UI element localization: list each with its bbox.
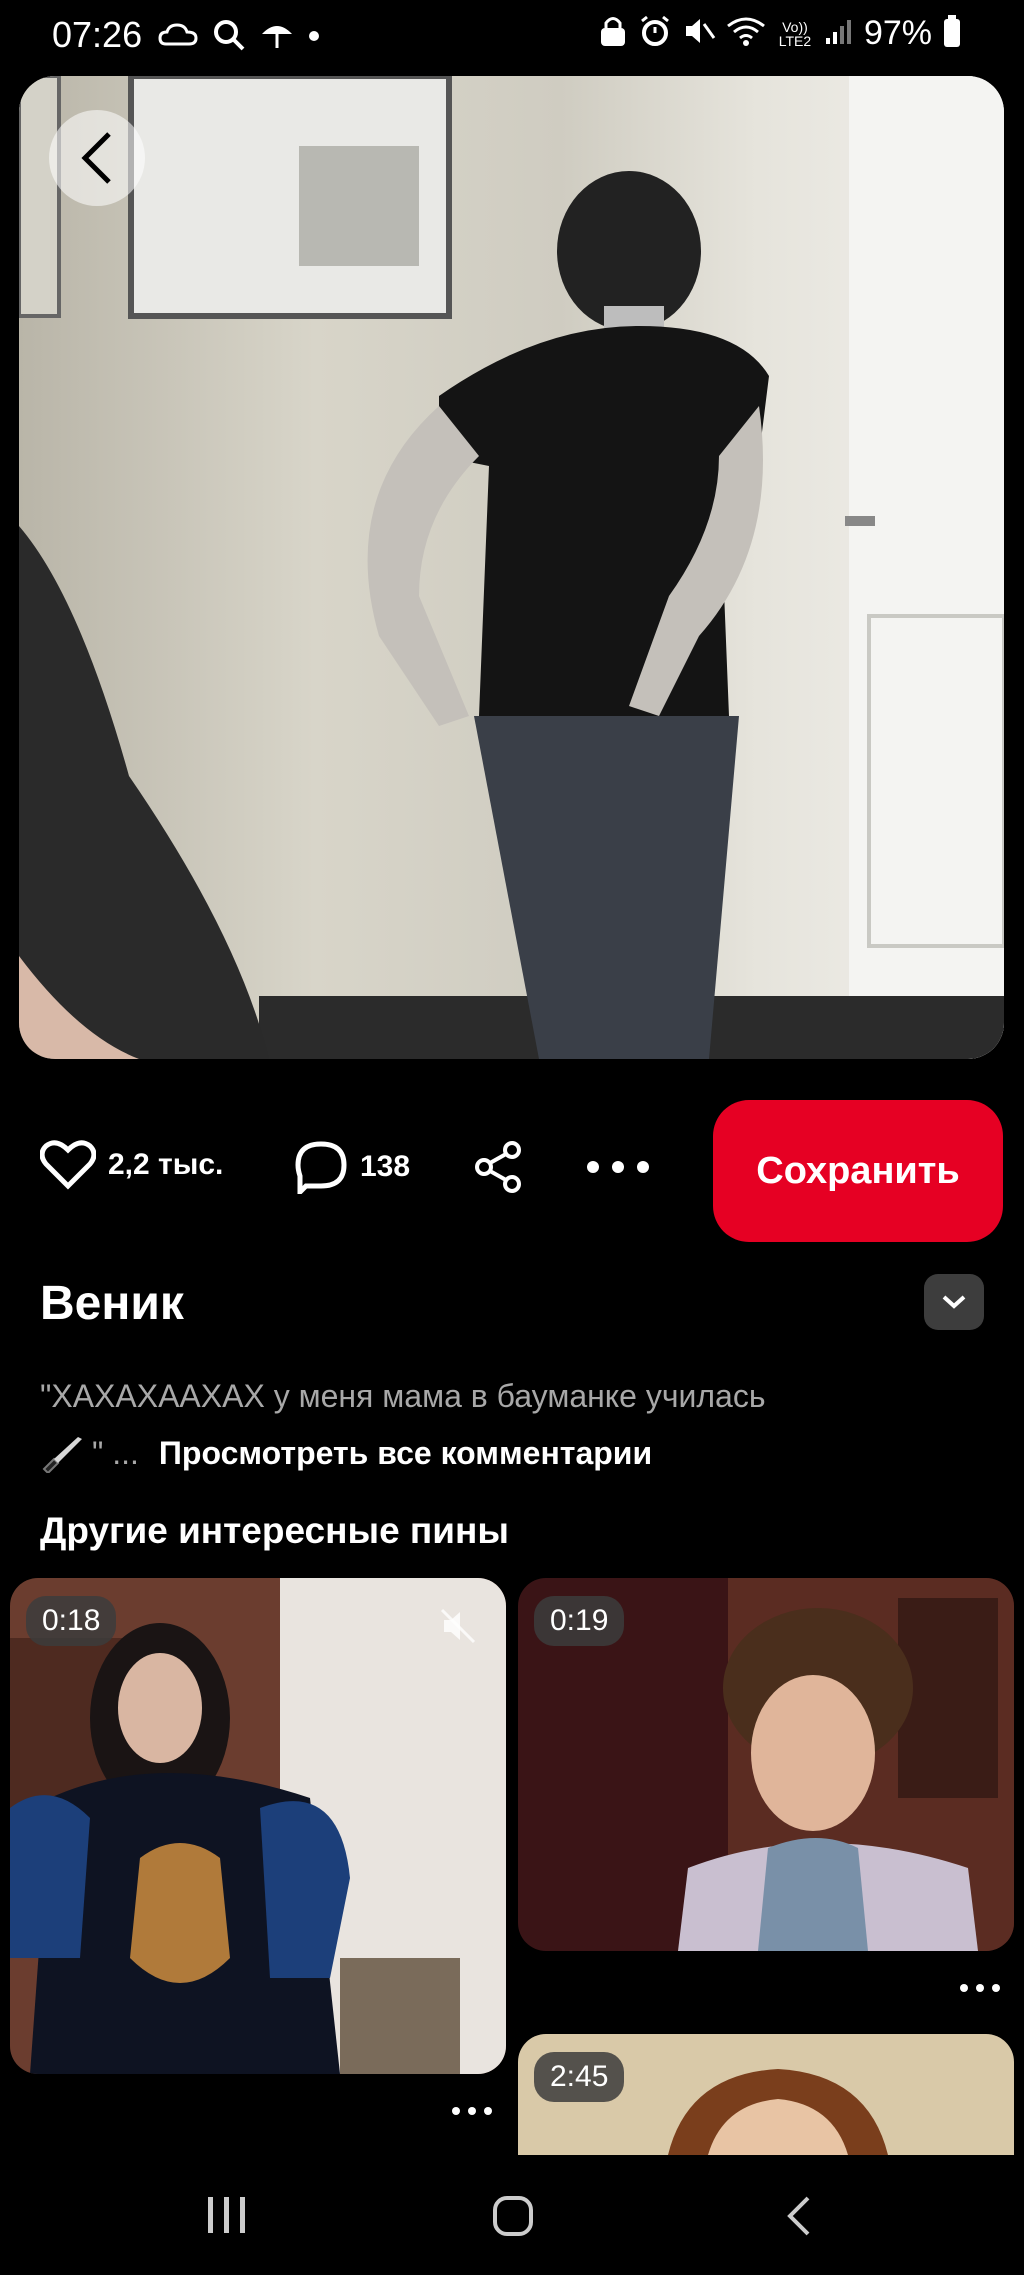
dot [976, 1984, 984, 1992]
video-duration: 0:19 [534, 1596, 625, 1646]
view-all-comments-link[interactable]: Просмотреть все комментарии [159, 1435, 652, 1472]
dot [452, 2107, 460, 2115]
pin-card[interactable]: 2:45 [518, 2034, 1014, 2155]
back-arrow-icon [787, 2196, 810, 2236]
chevron-down-icon [942, 1295, 966, 1309]
battery-percent: 97% [863, 14, 932, 52]
mute-icon [682, 14, 716, 53]
system-nav-bar [0, 2155, 1024, 2275]
status-time: 07:26 [52, 14, 143, 55]
wifi-icon [726, 14, 766, 53]
like-count: 2,2 тыс. [108, 1148, 224, 1181]
share-icon [475, 1141, 521, 1193]
share-button[interactable] [472, 1140, 526, 1194]
pin-title: Веник [40, 1277, 184, 1330]
status-bar: 07:26 Vo)) LTE2 97% [0, 0, 1024, 72]
comments-button[interactable]: 138 [294, 1140, 410, 1194]
alarm-icon [638, 14, 672, 53]
pin-card[interactable]: 0:18 [10, 1578, 506, 2074]
expand-details-button[interactable] [924, 1274, 984, 1330]
umbrella-icon [260, 18, 294, 57]
dot [484, 2107, 492, 2115]
comment-preview-line2: " ... Просмотреть все комментарии [40, 1433, 652, 1473]
comment-preview: "ХАХАХААХАХ у меня мама в бауманке учила… [40, 1378, 766, 1414]
muted-speaker-icon[interactable] [438, 1606, 478, 1646]
card-more-button[interactable] [452, 2107, 492, 2115]
dot [960, 1984, 968, 1992]
dot [992, 1984, 1000, 1992]
knife-emoji-icon [42, 1437, 82, 1473]
comment-ellipsis: " ... [92, 1434, 139, 1471]
back-button[interactable] [49, 110, 145, 206]
comment-count: 138 [360, 1150, 411, 1183]
volte-icon: Vo)) LTE2 [778, 18, 812, 49]
video-duration: 2:45 [534, 2052, 625, 2102]
more-options-button[interactable] [586, 1160, 650, 1174]
signal-icon [824, 16, 854, 51]
status-right-icons: Vo)) LTE2 97% [598, 14, 962, 53]
home-icon [493, 2196, 533, 2236]
chevron-left-icon [81, 132, 111, 184]
like-button[interactable]: 2,2 тыс. [40, 1140, 223, 1190]
recent-apps-icon [208, 2197, 245, 2233]
comment-bubble-icon [295, 1141, 347, 1194]
dot [468, 2107, 476, 2115]
pin-video[interactable] [19, 76, 1004, 1059]
more-dots-icon [587, 1161, 649, 1173]
heart-icon [40, 1140, 96, 1190]
recent-apps-button[interactable] [206, 2195, 248, 2240]
status-left-icons [158, 18, 320, 57]
system-back-button[interactable] [786, 2195, 812, 2242]
pin-actions: 2,2 тыс. 138 Сохранить [0, 1100, 1024, 1242]
pin-card-thumbnail [10, 1578, 506, 2074]
video-duration: 0:18 [26, 1596, 117, 1646]
pin-video-frame [19, 76, 1004, 1059]
lock-icon [598, 14, 628, 53]
dot-icon [308, 29, 320, 47]
more-pins-title: Другие интересные пины [40, 1510, 509, 1551]
battery-icon [942, 14, 962, 53]
card-more-button[interactable] [960, 1984, 1000, 1992]
home-button[interactable] [492, 2195, 534, 2242]
save-button[interactable]: Сохранить [713, 1100, 1003, 1242]
pin-card[interactable]: 0:19 [518, 1578, 1014, 1951]
search-icon [212, 18, 246, 57]
cloud-icon [158, 22, 198, 53]
